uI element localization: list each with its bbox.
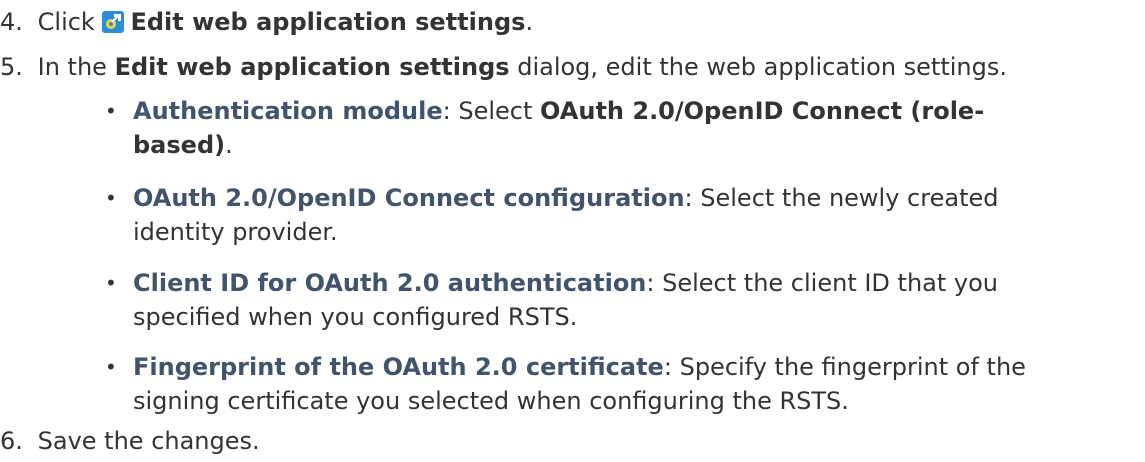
- action-name: Edit web application settings: [130, 8, 526, 36]
- step-text: Click: [37, 8, 95, 36]
- step-number: 5.: [0, 53, 23, 81]
- step-4: 4. Click Edit web application settings.: [0, 5, 533, 39]
- setting-oauth-configuration: • OAuth 2.0/OpenID Connect configuration…: [105, 181, 1145, 249]
- step-number: 6.: [0, 427, 23, 455]
- bullet-icon: •: [105, 186, 117, 210]
- step-text: In the: [37, 53, 107, 81]
- bullet-icon: •: [105, 271, 117, 295]
- setting-client-id: • Client ID for OAuth 2.0 authentication…: [105, 266, 1145, 334]
- step-text: Save the changes.: [37, 427, 260, 455]
- setting-value: OAuth 2.0/OpenID Connect (role-: [540, 97, 985, 125]
- step-number: 4.: [0, 8, 23, 36]
- bullet-icon: •: [105, 99, 117, 123]
- setting-certificate-fingerprint: • Fingerprint of the OAuth 2.0 certifica…: [105, 350, 1145, 418]
- edit-settings-icon: [102, 11, 125, 33]
- step-6: 6. Save the changes.: [0, 424, 260, 458]
- setting-label: Authentication module: [133, 97, 443, 125]
- bullet-icon: •: [105, 355, 117, 379]
- setting-label: Fingerprint of the OAuth 2.0 certificate: [133, 353, 664, 381]
- setting-label: OAuth 2.0/OpenID Connect configuration: [133, 184, 685, 212]
- step-5: 5. In the Edit web application settings …: [0, 50, 1007, 84]
- setting-label: Client ID for OAuth 2.0 authentication: [133, 269, 647, 297]
- dialog-name: Edit web application settings: [114, 53, 510, 81]
- setting-authentication-module: • Authentication module: Select OAuth 2.…: [105, 94, 1145, 162]
